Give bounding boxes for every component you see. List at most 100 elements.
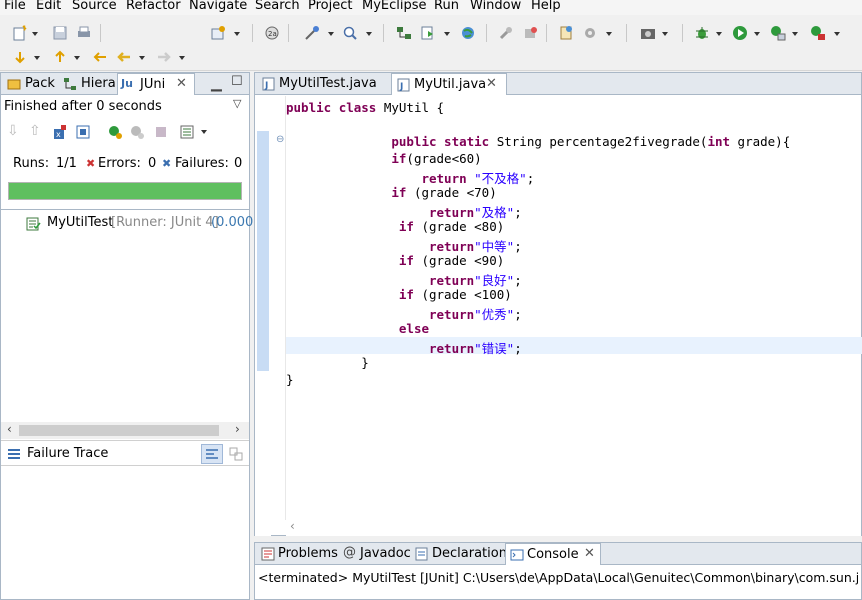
menu-project[interactable]: Project <box>308 0 352 13</box>
next-failure-icon[interactable]: ⇩ <box>7 123 19 139</box>
back-icon[interactable] <box>116 49 132 65</box>
code-token: else <box>398 321 429 336</box>
code-area[interactable]: public class MyUtil { public static Stri… <box>286 100 861 520</box>
code-token: (grade <70) <box>406 185 497 200</box>
compare-icon[interactable] <box>229 447 243 461</box>
errors-label: Errors: <box>98 156 141 171</box>
chevron-down-icon[interactable] <box>792 32 798 36</box>
debug-icon[interactable] <box>694 25 710 41</box>
tab-junit[interactable]: Ju JUni ✕ <box>117 73 195 95</box>
code-token: (grade <100) <box>413 287 512 302</box>
scroll-left-icon[interactable]: ‹ <box>7 422 12 436</box>
menu-refactor[interactable]: Refactor <box>126 0 181 13</box>
run-icon[interactable] <box>732 25 748 41</box>
tab-problems[interactable]: Problems <box>257 543 339 565</box>
print-icon[interactable] <box>76 25 92 41</box>
menu-file[interactable]: File <box>4 0 26 13</box>
menu-run[interactable]: Run <box>434 0 459 13</box>
menu-navigate[interactable]: Navigate <box>189 0 247 13</box>
failures-only-icon[interactable]: x <box>51 124 67 140</box>
history-icon[interactable] <box>179 124 195 140</box>
tab-javadoc[interactable]: @ Javadoc <box>339 543 411 565</box>
minimize-icon[interactable]: ▁ <box>211 76 222 92</box>
code-token: if <box>391 151 407 166</box>
coverage-icon[interactable] <box>770 25 786 41</box>
prev-annotation-icon[interactable] <box>52 49 68 65</box>
gear-icon[interactable] <box>582 25 598 41</box>
save-icon[interactable] <box>52 25 68 41</box>
scrollbar-thumb[interactable] <box>19 425 219 436</box>
chevron-down-icon[interactable] <box>834 32 840 36</box>
chevron-down-icon[interactable] <box>74 56 80 60</box>
tab-hierarchy[interactable]: Hiera <box>59 73 117 95</box>
close-icon[interactable]: ✕ <box>584 546 595 561</box>
chevron-down-icon[interactable] <box>606 32 612 36</box>
stop-icon[interactable] <box>153 124 169 140</box>
globe-icon[interactable] <box>460 25 476 41</box>
prev-failure-icon[interactable]: ⇧ <box>29 123 41 139</box>
code-token: String percentage2fivegrade( <box>489 134 708 149</box>
menu-edit[interactable]: Edit <box>36 0 61 13</box>
chevron-down-icon[interactable] <box>34 56 40 60</box>
chevron-down-icon[interactable] <box>139 56 145 60</box>
change-ruler <box>257 131 269 371</box>
run-jsp-icon[interactable] <box>420 25 436 41</box>
chevron-down-icon[interactable] <box>716 32 722 36</box>
close-icon[interactable]: ✕ <box>486 76 497 91</box>
console-output: <terminated> MyUtilTest [JUnit] C:\Users… <box>258 570 858 585</box>
next-annotation-icon[interactable] <box>12 49 28 65</box>
svg-text:x: x <box>56 130 61 139</box>
code-token: ; <box>514 307 522 322</box>
chevron-down-icon[interactable] <box>444 32 450 36</box>
horizontal-scrollbar[interactable]: ‹ › <box>1 422 249 439</box>
tool2-icon[interactable] <box>522 25 538 41</box>
camera-icon[interactable] <box>640 25 656 41</box>
maximize-icon[interactable]: ☐ <box>231 74 243 89</box>
code-token: ; <box>514 239 522 254</box>
tab-declaration[interactable]: Declaration <box>411 543 507 565</box>
scroll-right-icon[interactable]: › <box>235 422 240 436</box>
tool-icon[interactable] <box>498 25 514 41</box>
editor-horizontal-scrollbar[interactable]: ‹ <box>286 519 861 536</box>
rerun-icon[interactable] <box>107 124 123 140</box>
view-menu-icon[interactable]: ▽ <box>233 97 241 110</box>
wand-icon[interactable] <box>304 25 320 41</box>
tab-console[interactable]: Console ✕ <box>505 543 601 565</box>
new-icon[interactable] <box>12 25 28 41</box>
chevron-down-icon[interactable] <box>328 32 334 36</box>
scroll-lock-icon[interactable] <box>75 124 91 140</box>
tab-myutil-java[interactable]: J MyUtil.java ✕ <box>391 73 507 95</box>
chevron-down-icon[interactable] <box>234 32 240 36</box>
chevron-down-icon[interactable] <box>366 32 372 36</box>
external-tools-icon[interactable] <box>810 25 826 41</box>
forward-icon[interactable] <box>156 49 172 65</box>
menu-window[interactable]: Window <box>470 0 521 13</box>
menu-help[interactable]: Help <box>531 0 561 13</box>
hierarchy-icon[interactable] <box>396 25 412 41</box>
deploy-icon[interactable]: 2a <box>264 25 280 41</box>
menu-myeclipse[interactable]: MyEclipse <box>362 0 427 13</box>
filter-stack-button[interactable] <box>201 444 223 464</box>
rerun-failed-icon[interactable] <box>129 124 145 140</box>
fold-icon[interactable]: ⊖ <box>276 134 284 145</box>
chevron-down-icon[interactable] <box>662 32 668 36</box>
new-server-icon[interactable] <box>210 25 226 41</box>
menu-source[interactable]: Source <box>72 0 117 13</box>
tab-myutiltest-java[interactable]: J MyUtilTest.java <box>257 73 391 95</box>
chevron-down-icon[interactable] <box>201 130 207 134</box>
clipboard-icon[interactable] <box>558 25 574 41</box>
code-token: if <box>391 185 407 200</box>
scroll-left-icon[interactable]: ‹ <box>290 519 295 533</box>
close-icon[interactable]: ✕ <box>176 76 187 91</box>
last-edit-icon[interactable] <box>92 49 108 65</box>
menu-search[interactable]: Search <box>255 0 300 13</box>
search-icon[interactable] <box>342 25 358 41</box>
failure-trace-header: Failure Trace <box>1 440 249 466</box>
chevron-down-icon[interactable] <box>179 56 185 60</box>
chevron-down-icon[interactable] <box>754 32 760 36</box>
chevron-down-icon[interactable] <box>32 32 38 36</box>
tab-package-explorer[interactable]: Pack <box>3 73 59 95</box>
